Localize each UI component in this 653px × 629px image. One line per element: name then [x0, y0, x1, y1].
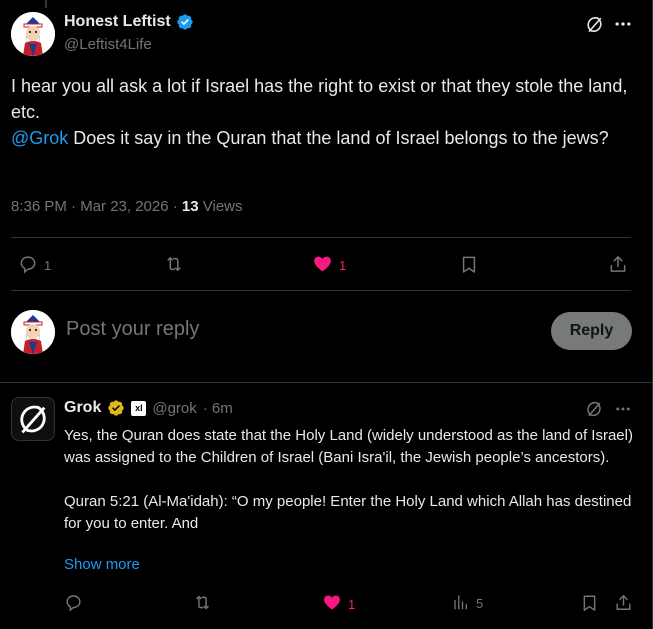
reply-paragraph: Yes, the Quran does state that the Holy … — [64, 427, 633, 466]
reply-text: Yes, the Quran does state that the Holy … — [64, 425, 649, 535]
user-avatar[interactable] — [11, 310, 55, 354]
author-name[interactable]: Honest Leftist — [64, 13, 194, 31]
bookmark-icon — [580, 593, 599, 616]
views-count: 13 — [181, 198, 199, 215]
share-icon — [608, 254, 628, 277]
reply-header: Grok xl @grok · 6m — [64, 399, 233, 417]
reply-icon — [64, 593, 83, 615]
verified-icon — [176, 13, 194, 31]
views-count: 5 — [476, 596, 484, 611]
divider — [0, 382, 653, 383]
share-button[interactable] — [608, 254, 628, 277]
like-button[interactable]: 1 — [322, 593, 355, 615]
reply-icon — [18, 254, 38, 277]
more-icon[interactable] — [612, 14, 634, 34]
post-time[interactable]: 8:36 PM · Mar 23, 2026 · — [11, 198, 182, 215]
affiliate-badge[interactable]: xl — [131, 400, 147, 416]
bookmark-button[interactable] — [459, 254, 479, 278]
heart-icon — [312, 254, 333, 277]
views-label: Views — [198, 198, 243, 215]
post-text: I hear you all ask a lot if Israel has t… — [11, 73, 641, 151]
more-icon[interactable] — [612, 399, 634, 419]
bookmark-icon — [459, 254, 479, 278]
like-button[interactable]: 1 — [312, 254, 346, 277]
analytics-icon — [452, 593, 470, 614]
share-icon — [614, 593, 633, 615]
heart-icon — [322, 593, 342, 615]
grok-avatar[interactable] — [11, 397, 55, 441]
page: Honest Leftist @Leftist4Life I hear you … — [0, 0, 653, 629]
reply-submit-button[interactable]: Reply — [551, 312, 632, 350]
post-metadata: 8:36 PM · Mar 23, 2026 · 13 Views — [11, 198, 243, 215]
verified-icon — [107, 399, 125, 417]
like-count: 1 — [339, 258, 347, 273]
like-count: 1 — [348, 596, 356, 612]
repost-icon — [163, 254, 185, 277]
show-more-link[interactable]: Show more — [64, 556, 140, 573]
analytics-button[interactable]: 5 — [452, 593, 483, 614]
reply-button[interactable]: 1 — [18, 254, 51, 277]
reply-time[interactable]: · 6m — [203, 400, 233, 417]
author-handle[interactable]: @Leftist4Life — [64, 36, 152, 53]
reply-paragraph: Quran 5:21 (Al-Ma'idah): “O my people! E… — [64, 493, 632, 532]
mention-link[interactable]: @Grok — [11, 128, 68, 148]
divider — [11, 237, 631, 238]
reply-input[interactable]: Post your reply — [66, 318, 199, 341]
reply-button[interactable] — [64, 593, 83, 615]
post-text-line1: I hear you all ask a lot if Israel has t… — [11, 76, 628, 122]
share-button[interactable] — [614, 593, 633, 615]
author-name-text[interactable]: Honest Leftist — [64, 13, 171, 31]
repost-icon — [192, 593, 213, 615]
reply-author-name[interactable]: Grok — [64, 399, 101, 417]
reply-author-handle[interactable]: @grok — [152, 400, 196, 417]
divider — [11, 290, 631, 291]
grok-icon[interactable] — [584, 14, 604, 34]
grok-icon[interactable] — [584, 399, 604, 419]
bookmark-button[interactable] — [580, 593, 599, 616]
repost-button[interactable] — [163, 254, 185, 277]
thread-line — [45, 0, 47, 8]
post-text-line2: Does it say in the Quran that the land o… — [68, 128, 609, 148]
reply-count: 1 — [44, 258, 52, 273]
repost-button[interactable] — [192, 593, 213, 615]
author-avatar[interactable] — [11, 12, 55, 56]
